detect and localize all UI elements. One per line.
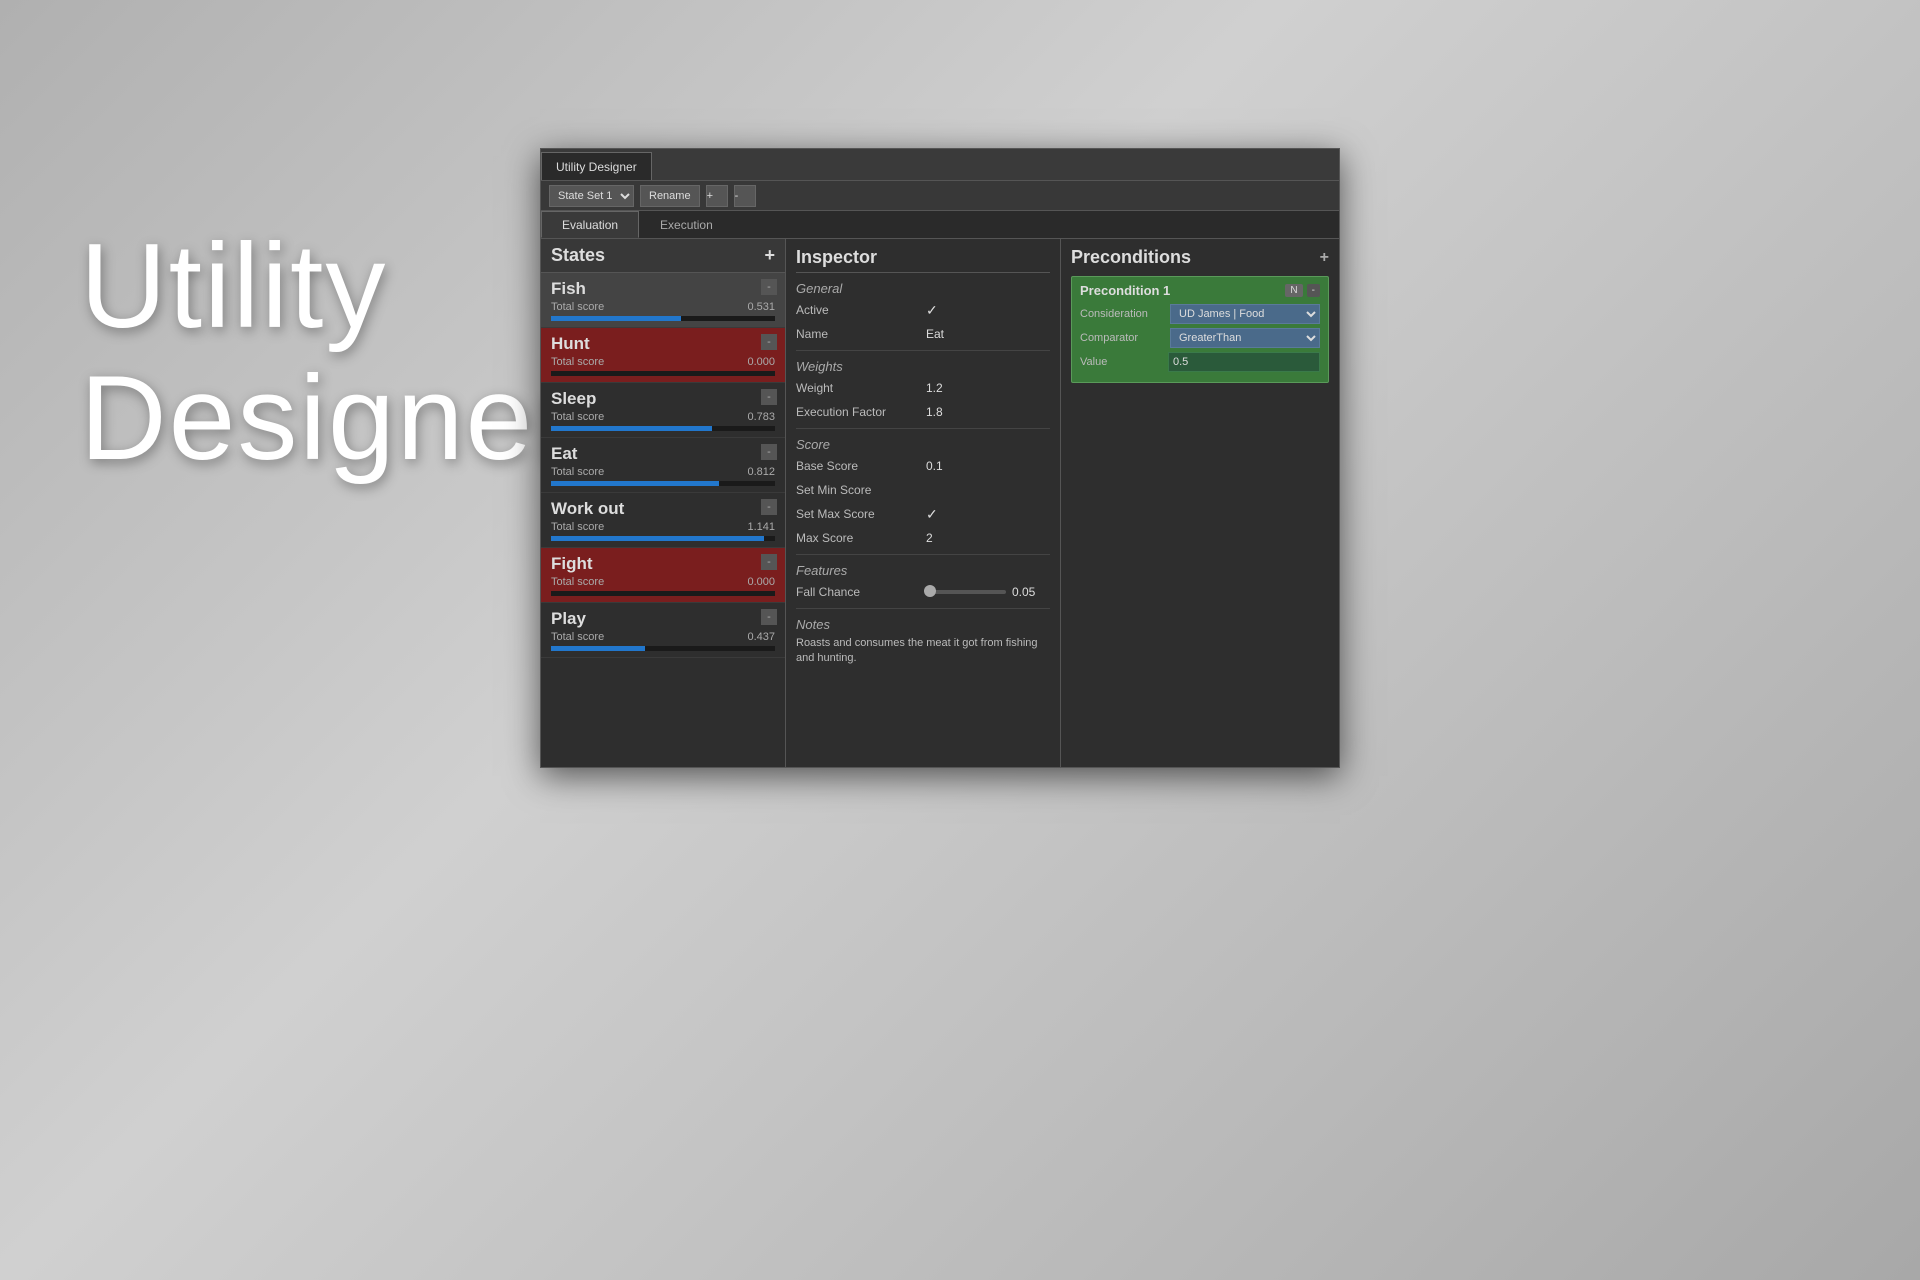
main-panel: Utility Designer State Set 1 Rename + - … <box>540 148 1340 768</box>
section-general: General <box>796 281 1050 296</box>
field-fall-chance: Fall Chance 0.05 <box>796 582 1050 602</box>
badge-n[interactable]: N <box>1285 284 1302 297</box>
remove-state-set-button[interactable]: - <box>734 185 756 207</box>
state-minus-0[interactable]: - <box>761 279 777 295</box>
preconditions-column: Preconditions + Precondition 1 N - Consi… <box>1061 239 1339 767</box>
tab-execution[interactable]: Execution <box>639 211 734 238</box>
state-minus-3[interactable]: - <box>761 444 777 460</box>
states-header: States + <box>541 239 785 273</box>
field-set-min-score: Set Min Score <box>796 480 1050 500</box>
add-state-set-button[interactable]: + <box>706 185 728 207</box>
state-item-eat[interactable]: Eat Total score 0.812 - <box>541 438 785 493</box>
toolbar: State Set 1 Rename + - <box>541 181 1339 211</box>
fall-chance-slider[interactable]: 0.05 <box>926 585 1035 599</box>
section-weights: Weights <box>796 359 1050 374</box>
precondition-consideration: Consideration UD James | Food <box>1080 304 1320 324</box>
states-column: States + Fish Total score 0.531 - Hunt T… <box>541 239 786 767</box>
field-base-score: Base Score 0.1 <box>796 456 1050 476</box>
field-weight: Weight 1.2 <box>796 378 1050 398</box>
state-item-hunt[interactable]: Hunt Total score 0.000 - <box>541 328 785 383</box>
state-minus-2[interactable]: - <box>761 389 777 405</box>
preconditions-add-icon[interactable]: + <box>1320 249 1329 267</box>
field-set-max-score: Set Max Score ✓ <box>796 504 1050 524</box>
comparator-select[interactable]: GreaterThan <box>1170 328 1320 348</box>
title-line2: Designer <box>80 351 576 485</box>
field-execution-factor: Execution Factor 1.8 <box>796 402 1050 422</box>
section-features: Features <box>796 563 1050 578</box>
consideration-select[interactable]: UD James | Food <box>1170 304 1320 324</box>
state-set-select[interactable]: State Set 1 <box>549 185 634 207</box>
inspector-column: Inspector General Active ✓ Name Eat Weig… <box>786 239 1061 767</box>
field-max-score: Max Score 2 <box>796 528 1050 548</box>
tab-utility-designer[interactable]: Utility Designer <box>541 152 652 180</box>
field-name: Name Eat <box>796 324 1050 344</box>
state-minus-5[interactable]: - <box>761 554 777 570</box>
field-active: Active ✓ <box>796 300 1050 320</box>
state-minus-6[interactable]: - <box>761 609 777 625</box>
states-list[interactable]: Fish Total score 0.531 - Hunt Total scor… <box>541 273 785 767</box>
tab-bar: Utility Designer <box>541 149 1339 181</box>
notes-text: Roasts and consumes the meat it got from… <box>796 636 1050 667</box>
content-area: States + Fish Total score 0.531 - Hunt T… <box>541 239 1339 767</box>
rename-button[interactable]: Rename <box>640 185 700 207</box>
state-minus-1[interactable]: - <box>761 334 777 350</box>
state-item-play[interactable]: Play Total score 0.437 - <box>541 603 785 658</box>
state-item-fish[interactable]: Fish Total score 0.531 - <box>541 273 785 328</box>
state-minus-4[interactable]: - <box>761 499 777 515</box>
states-title: States <box>551 245 605 266</box>
state-item-fight[interactable]: Fight Total score 0.000 - <box>541 548 785 603</box>
state-item-sleep[interactable]: Sleep Total score 0.783 - <box>541 383 785 438</box>
tab-evaluation[interactable]: Evaluation <box>541 211 639 238</box>
precondition-card-1: Precondition 1 N - Consideration UD Jame… <box>1071 276 1329 383</box>
precondition-value: Value <box>1080 352 1320 372</box>
section-score: Score <box>796 437 1050 452</box>
badge-minus[interactable]: - <box>1307 284 1320 297</box>
title-line1: Utility <box>80 219 387 353</box>
state-item-work-out[interactable]: Work out Total score 1.141 - <box>541 493 785 548</box>
value-input[interactable] <box>1168 352 1320 372</box>
precondition-comparator: Comparator GreaterThan <box>1080 328 1320 348</box>
app-title: Utility Designer <box>80 220 576 484</box>
states-add-icon[interactable]: + <box>764 245 775 266</box>
inspector-header: Inspector <box>796 247 1050 273</box>
eval-tabs: Evaluation Execution <box>541 211 1339 239</box>
preconditions-header: Preconditions + <box>1071 247 1329 268</box>
precondition-title: Precondition 1 <box>1080 283 1170 298</box>
section-notes: Notes <box>796 617 1050 632</box>
preconditions-title: Preconditions <box>1071 247 1191 268</box>
